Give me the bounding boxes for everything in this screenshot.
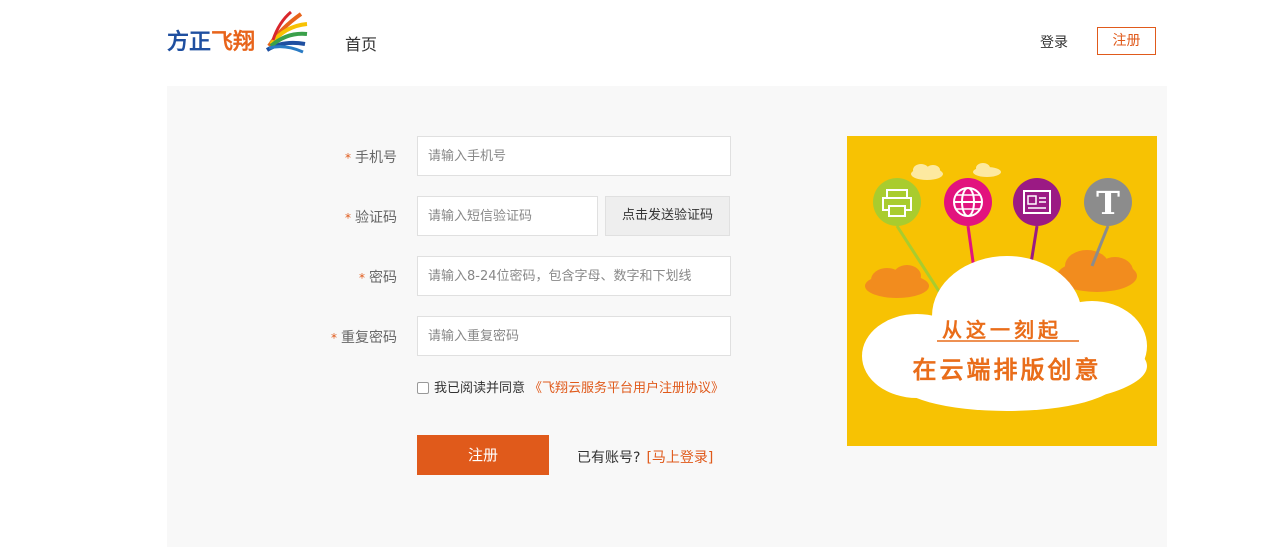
logo-text-accent: 飞翔: [211, 30, 256, 55]
confirm-password-input[interactable]: [417, 316, 731, 356]
logo-feather-icon: [265, 10, 308, 54]
orange-cloud-icon: [865, 265, 929, 298]
code-label-text: 验证码: [355, 210, 397, 226]
send-code-button[interactable]: 点击发送验证码: [605, 196, 730, 236]
password-label: * 密码: [287, 267, 397, 287]
phone-input[interactable]: [417, 136, 731, 176]
phone-label-text: 手机号: [355, 150, 397, 166]
required-mark: *: [331, 331, 337, 345]
logo[interactable]: 方正飞翔: [167, 10, 309, 58]
small-cloud-icon: [973, 163, 1001, 177]
code-label: * 验证码: [287, 207, 397, 227]
document-icon: [1013, 178, 1061, 226]
small-cloud-icon: [911, 164, 943, 180]
phone-label: * 手机号: [287, 147, 397, 167]
agree-text: 我已阅读并同意: [434, 381, 526, 396]
globe-icon: [944, 178, 992, 226]
login-link[interactable]: 登录: [1040, 32, 1068, 52]
required-mark: *: [345, 151, 351, 165]
register-panel: * 手机号 * 验证码 点击发送验证码 * 密码 * 重复密码 我已阅读并同意《飞翔云服…: [167, 86, 1167, 547]
register-button[interactable]: 注册: [1097, 27, 1156, 55]
login-now-link[interactable]: [马上登录]: [646, 450, 713, 466]
agree-checkbox[interactable]: [417, 382, 429, 394]
password-input[interactable]: [417, 256, 731, 296]
banner-illustration: T: [862, 163, 1147, 411]
confirm-label-text: 重复密码: [341, 330, 397, 346]
confirm-password-label: * 重复密码: [287, 327, 397, 347]
banner-slogan-2: 在云端排版创意: [912, 356, 1102, 384]
text-icon: T: [1084, 178, 1132, 226]
printer-icon: [873, 178, 921, 226]
code-input[interactable]: [417, 196, 598, 236]
submit-register-button[interactable]: 注册: [417, 435, 549, 475]
agreement-row: 我已阅读并同意 《飞翔云服务平台用户注册协议》: [417, 377, 724, 396]
svg-text:T: T: [1096, 184, 1120, 222]
promo-banner: T 从这一刻起 在云端排版创意: [847, 136, 1157, 446]
required-mark: *: [345, 211, 351, 225]
header: 方正飞翔 首页 登录 注册: [0, 0, 1264, 86]
nav-home[interactable]: 首页: [345, 31, 377, 55]
logo-text: 方正飞翔: [167, 24, 255, 56]
required-mark: *: [359, 271, 365, 285]
banner-slogan-1: 从这一刻起: [942, 318, 1062, 342]
has-account-text: 已有账号?: [577, 450, 641, 466]
agreement-link[interactable]: 《飞翔云服务平台用户注册协议》: [529, 381, 724, 396]
has-account-row: 已有账号? [马上登录]: [577, 447, 713, 467]
logo-text-main: 方正: [167, 30, 212, 55]
password-label-text: 密码: [369, 270, 397, 286]
